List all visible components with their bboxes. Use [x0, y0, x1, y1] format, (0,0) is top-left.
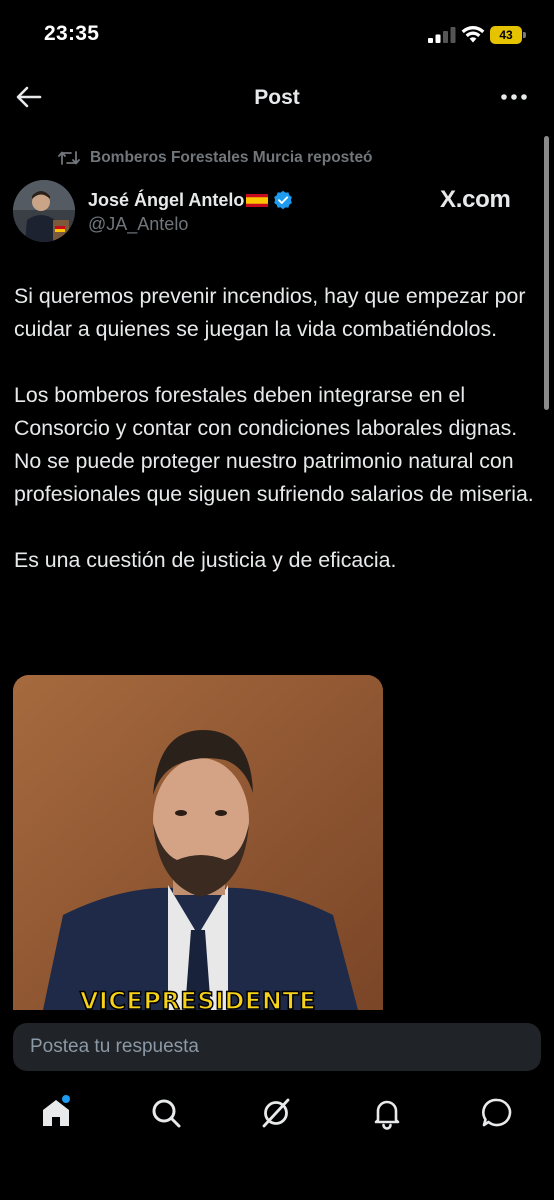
- video-frame-image: [13, 675, 383, 1010]
- post-header: Post: [0, 70, 554, 128]
- more-horizontal-icon[interactable]: [498, 84, 530, 110]
- home-notification-dot: [62, 1095, 70, 1103]
- avatar[interactable]: [13, 180, 75, 242]
- status-time: 23:35: [44, 22, 100, 45]
- grok-icon[interactable]: [259, 1096, 293, 1130]
- reply-input[interactable]: [13, 1023, 541, 1071]
- cellular-signal-icon: [428, 27, 456, 43]
- repost-label: Bomberos Forestales Murcia reposteó: [90, 149, 373, 166]
- post-paragraph: Los bomberos forestales deben integrarse…: [14, 383, 534, 506]
- avatar-image: [13, 180, 75, 242]
- notifications-icon[interactable]: [370, 1096, 404, 1130]
- author-handle[interactable]: @JA_Antelo: [88, 214, 188, 235]
- bottom-navigation: [0, 1080, 554, 1150]
- battery-indicator: 43: [490, 26, 526, 44]
- spain-flag-icon: [246, 193, 269, 207]
- wifi-icon: [461, 26, 485, 43]
- verified-badge-icon: [274, 190, 293, 210]
- repost-icon: [58, 151, 80, 165]
- scrollbar[interactable]: [544, 136, 549, 410]
- status-bar: 23:35 43: [0, 0, 554, 70]
- post-paragraph: Es una cuestión de justicia y de eficaci…: [14, 548, 397, 572]
- messages-icon[interactable]: [480, 1096, 514, 1130]
- battery-level: 43: [499, 28, 513, 42]
- post-body: Si queremos prevenir incendios, hay que …: [14, 280, 544, 577]
- x-watermark: X.com: [440, 186, 511, 213]
- post-paragraph: Si queremos prevenir incendios, hay que …: [14, 284, 526, 341]
- author-name-row[interactable]: José Ángel Antelo: [88, 188, 293, 212]
- post-video-thumbnail[interactable]: VICEPRESIDENTE: [13, 675, 383, 1010]
- page-title: Post: [254, 86, 300, 109]
- search-icon[interactable]: [149, 1096, 183, 1130]
- video-caption: VICEPRESIDENTE: [79, 986, 317, 1010]
- repost-context[interactable]: Bomberos Forestales Murcia reposteó: [58, 148, 373, 168]
- author-name[interactable]: José Ángel Antelo: [88, 190, 244, 211]
- watermark-text: X.com: [440, 186, 511, 213]
